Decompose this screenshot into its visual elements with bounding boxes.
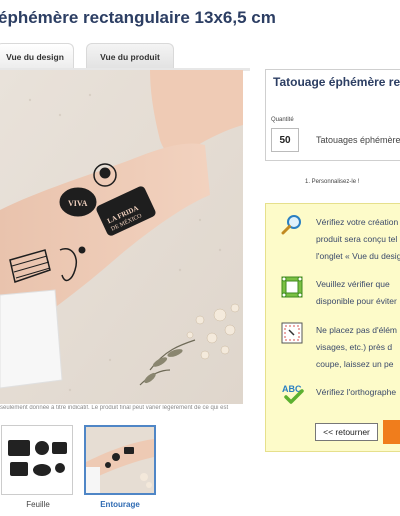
preview-disclaimer: seulement donnée à titre indicatif. Le p… (0, 405, 229, 411)
product-summary: Tatouage éphémère rectangulaire 13x6,5 c… (265, 69, 400, 161)
tattoo-text-viva: VIVA (68, 199, 88, 208)
view-tabs: Vue du design Vue du produit (0, 43, 250, 69)
quantity-label: Quantité (271, 117, 294, 123)
warning-text: Veuillez vérifier que disponible pour év… (316, 279, 397, 306)
page-title: éphémère rectangulaire 13x6,5 cm (0, 8, 276, 27)
magnifier-icon (281, 214, 303, 236)
product-name: Tatouage éphémère rectangulaire 13x6,5 c… (273, 75, 400, 89)
thumbnail-sheet[interactable] (1, 425, 73, 495)
thumbnail-surround-label: Entourage (100, 500, 140, 509)
spellcheck-icon: ABC (281, 382, 304, 404)
back-button[interactable]: << retourner (315, 423, 378, 441)
quantity-field[interactable]: 50 (271, 128, 299, 152)
thumbnail-surround[interactable] (84, 425, 156, 495)
step-personalize: 1. Personnalisez-le ! (305, 179, 360, 185)
quantity-description: Tatouages éphémères (316, 135, 400, 145)
tab-design-view[interactable]: Vue du design (0, 43, 74, 69)
frame-check-icon (281, 276, 303, 298)
dashed-border-icon (281, 322, 303, 344)
verification-panel: Vérifiez votre création produit sera con… (265, 203, 400, 452)
thumbnail-sheet-label: Feuille (26, 500, 50, 509)
warning-text: Ne placez pas d'élém visages, etc.) près… (316, 325, 397, 369)
warning-text: Vérifiez votre création produit sera con… (316, 217, 400, 261)
warning-text: Vérifiez l'orthographe (316, 387, 397, 397)
tab-product-view[interactable]: Vue du produit (86, 43, 174, 69)
continue-button[interactable] (383, 420, 400, 444)
product-preview-image: VIVA LA FRIDA DE MÉXICO (0, 70, 243, 404)
